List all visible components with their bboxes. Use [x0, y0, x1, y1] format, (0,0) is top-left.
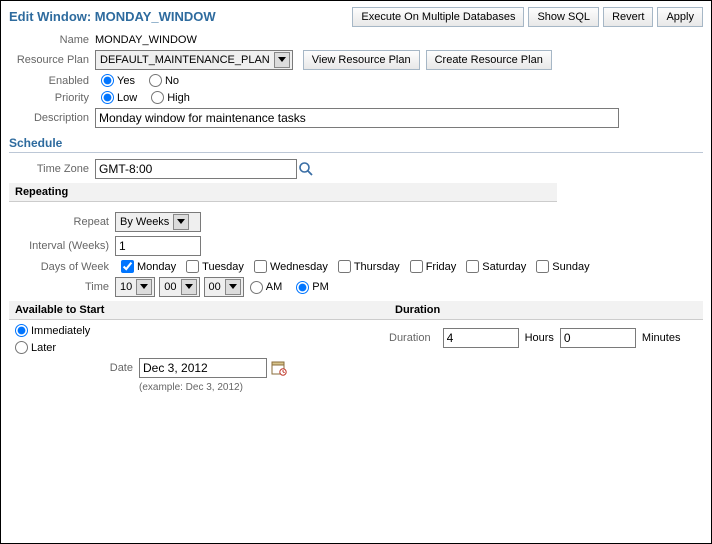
time-minute-select[interactable]: 00: [159, 277, 199, 297]
available-later-radio[interactable]: [15, 341, 28, 354]
description-input[interactable]: [95, 108, 619, 128]
day-friday-checkbox[interactable]: [410, 260, 423, 273]
chevron-down-icon: [136, 279, 152, 295]
available-immediately-label: Immediately: [31, 325, 90, 337]
description-label: Description: [9, 112, 95, 124]
page-title: Edit Window: MONDAY_WINDOW: [9, 9, 216, 24]
duration-minutes-input[interactable]: [560, 328, 636, 348]
timezone-label: Time Zone: [9, 163, 95, 175]
day-monday-label: Monday: [137, 261, 176, 273]
duration-label: Duration: [389, 332, 437, 344]
hours-label: Hours: [525, 332, 554, 344]
show-sql-button[interactable]: Show SQL: [528, 7, 599, 27]
interval-label: Interval (Weeks): [9, 240, 115, 252]
enabled-yes-radio[interactable]: [101, 74, 114, 87]
priority-high-radio[interactable]: [151, 91, 164, 104]
interval-input[interactable]: [115, 236, 201, 256]
chevron-down-icon: [181, 279, 197, 295]
available-heading: Available to Start: [9, 301, 389, 320]
day-thursday-checkbox[interactable]: [338, 260, 351, 273]
repeat-value: By Weeks: [120, 216, 169, 228]
chevron-down-icon: [173, 214, 189, 230]
execute-multiple-db-button[interactable]: Execute On Multiple Databases: [352, 7, 524, 27]
time-am-label: AM: [266, 281, 283, 293]
day-wednesday-label: Wednesday: [270, 261, 328, 273]
enabled-no-label: No: [165, 75, 179, 87]
enabled-label: Enabled: [9, 75, 95, 87]
calendar-icon[interactable]: [271, 360, 287, 376]
search-icon[interactable]: [297, 160, 315, 178]
resource-plan-select[interactable]: DEFAULT_MAINTENANCE_PLAN: [95, 50, 293, 70]
apply-button[interactable]: Apply: [657, 7, 703, 27]
duration-hours-input[interactable]: [443, 328, 519, 348]
repeat-label: Repeat: [9, 216, 115, 228]
minutes-label: Minutes: [642, 332, 681, 344]
day-thursday-label: Thursday: [354, 261, 400, 273]
available-later-label: Later: [31, 342, 56, 354]
day-sunday-label: Sunday: [552, 261, 589, 273]
action-bar: Execute On Multiple Databases Show SQL R…: [352, 7, 703, 27]
chevron-down-icon: [225, 279, 241, 295]
available-immediately-radio[interactable]: [15, 324, 28, 337]
time-label: Time: [9, 281, 115, 293]
timezone-input[interactable]: [95, 159, 297, 179]
day-wednesday-checkbox[interactable]: [254, 260, 267, 273]
day-monday-checkbox[interactable]: [121, 260, 134, 273]
resource-plan-value: DEFAULT_MAINTENANCE_PLAN: [100, 54, 270, 66]
date-label: Date: [9, 362, 139, 374]
time-hour-value: 10: [120, 281, 132, 293]
priority-high-label: High: [167, 92, 190, 104]
view-resource-plan-button[interactable]: View Resource Plan: [303, 50, 420, 70]
revert-button[interactable]: Revert: [603, 7, 653, 27]
priority-low-radio[interactable]: [101, 91, 114, 104]
day-sunday-checkbox[interactable]: [536, 260, 549, 273]
day-saturday-checkbox[interactable]: [466, 260, 479, 273]
repeating-heading: Repeating: [9, 183, 557, 202]
date-example: (example: Dec 3, 2012): [139, 382, 389, 393]
duration-heading: Duration: [389, 301, 703, 320]
day-tuesday-label: Tuesday: [202, 261, 244, 273]
schedule-heading: Schedule: [9, 136, 703, 150]
time-hour-select[interactable]: 10: [115, 277, 155, 297]
priority-low-label: Low: [117, 92, 137, 104]
resource-plan-label: Resource Plan: [9, 54, 95, 66]
date-input[interactable]: [139, 358, 267, 378]
priority-label: Priority: [9, 92, 95, 104]
time-pm-label: PM: [312, 281, 329, 293]
chevron-down-icon: [274, 52, 290, 68]
enabled-yes-label: Yes: [117, 75, 135, 87]
name-value: MONDAY_WINDOW: [95, 34, 197, 46]
name-label: Name: [9, 34, 95, 46]
time-second-value: 00: [209, 281, 221, 293]
create-resource-plan-button[interactable]: Create Resource Plan: [426, 50, 552, 70]
repeat-select[interactable]: By Weeks: [115, 212, 201, 232]
days-label: Days of Week: [9, 261, 115, 273]
time-am-radio[interactable]: [250, 281, 263, 294]
time-minute-value: 00: [164, 281, 176, 293]
enabled-no-radio[interactable]: [149, 74, 162, 87]
day-tuesday-checkbox[interactable]: [186, 260, 199, 273]
day-saturday-label: Saturday: [482, 261, 526, 273]
time-pm-radio[interactable]: [296, 281, 309, 294]
day-friday-label: Friday: [426, 261, 457, 273]
time-second-select[interactable]: 00: [204, 277, 244, 297]
